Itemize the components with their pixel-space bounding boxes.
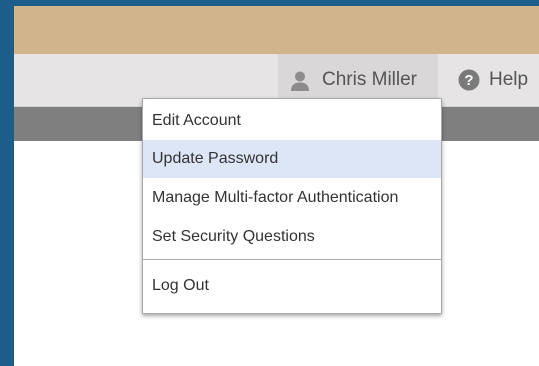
user-name: Chris Miller xyxy=(322,69,417,90)
menu-item-security-questions[interactable]: Set Security Questions xyxy=(143,218,441,256)
menu-item-log-out[interactable]: Log Out xyxy=(143,267,441,305)
user-icon xyxy=(291,71,309,91)
account-dropdown-menu: Edit Account Update Password Manage Mult… xyxy=(142,98,442,314)
menu-divider xyxy=(143,259,441,260)
menu-item-update-password[interactable]: Update Password xyxy=(143,140,441,178)
menu-item-edit-account[interactable]: Edit Account xyxy=(143,102,441,140)
help-label: Help xyxy=(489,69,529,90)
svg-text:?: ? xyxy=(464,72,473,89)
menu-item-manage-mfa[interactable]: Manage Multi-factor Authentication xyxy=(143,179,441,217)
app-frame: Chris Miller ? Help Edit Account Update … xyxy=(0,0,539,366)
question-circle-icon: ? xyxy=(458,69,480,91)
help-link[interactable]: ? Help xyxy=(456,54,539,106)
top-banner xyxy=(14,6,539,54)
